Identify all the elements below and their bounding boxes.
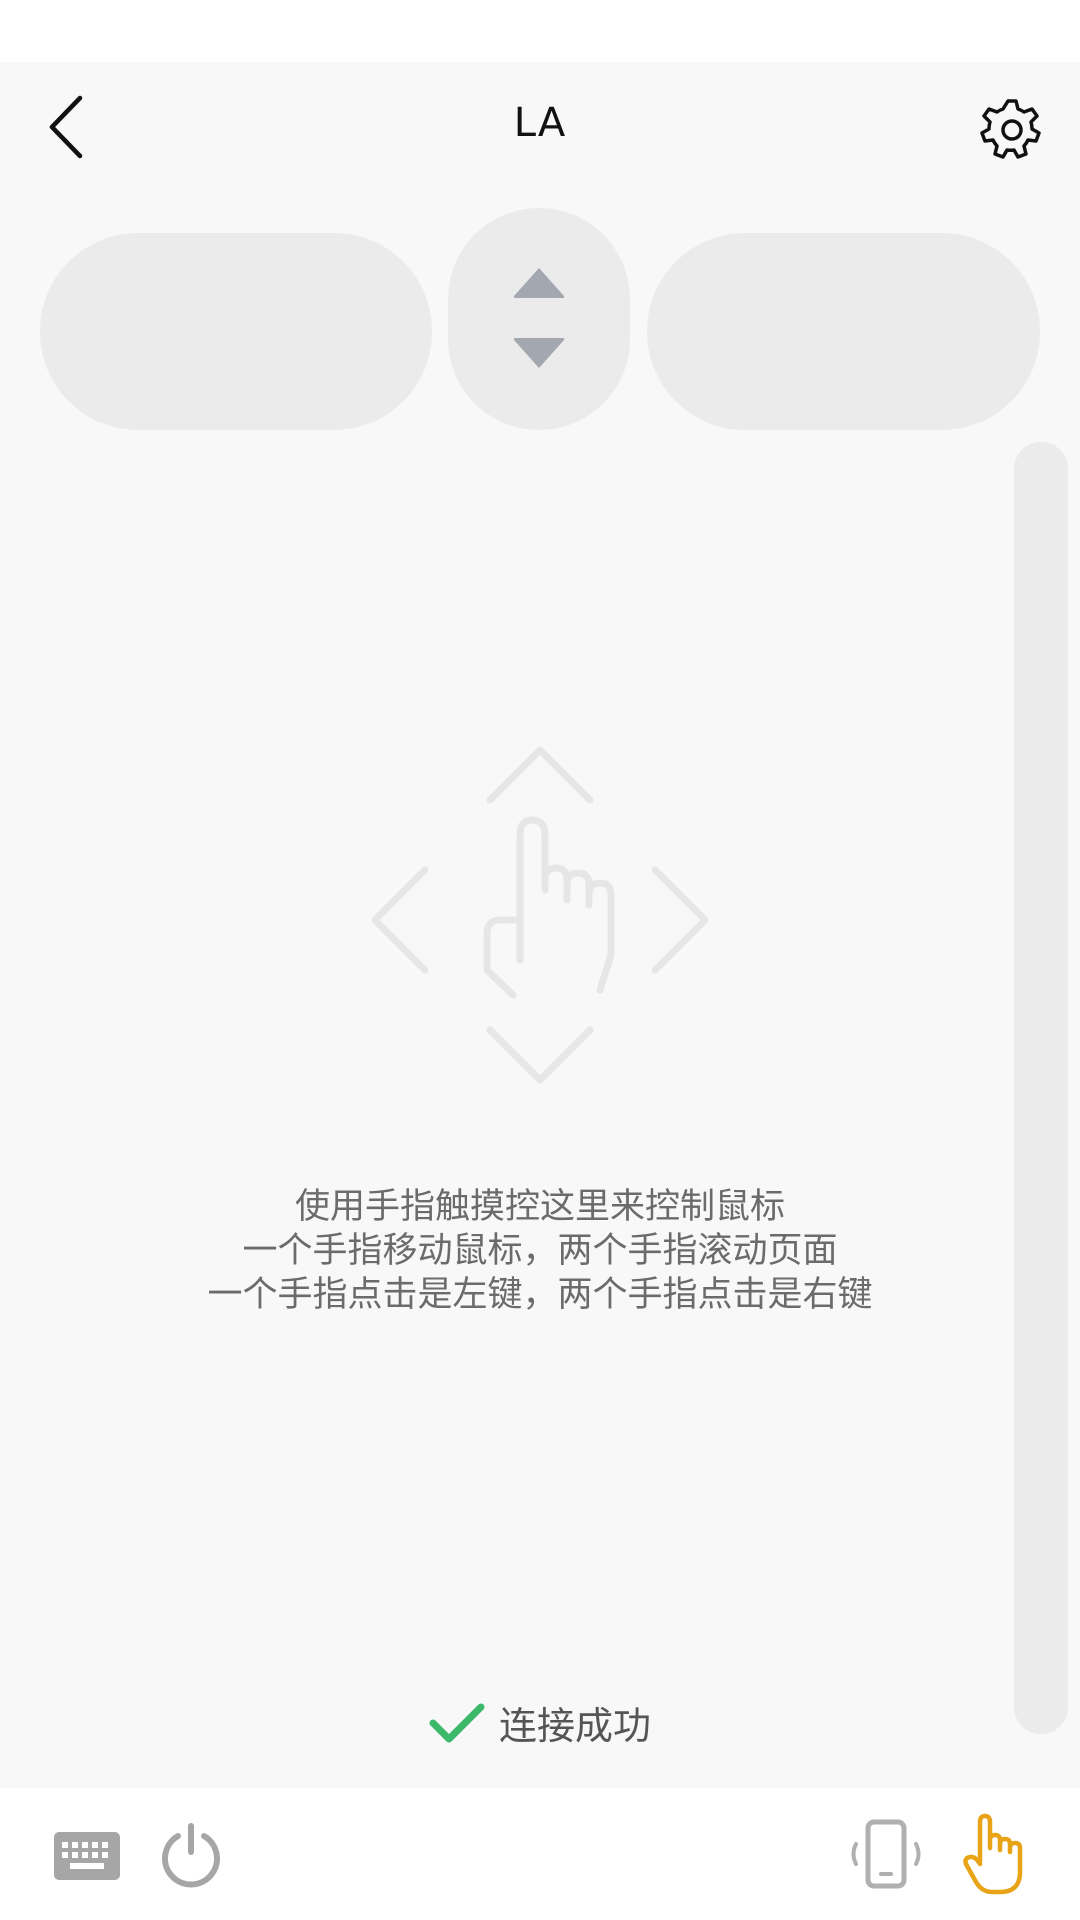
scroll-strip[interactable] (1014, 442, 1068, 1734)
triangle-up-icon[interactable] (512, 266, 566, 300)
scroll-wheel[interactable] (448, 208, 630, 430)
page-title: LA (513, 100, 567, 146)
connection-status: 连接成功 (0, 1695, 1080, 1750)
header: LA (0, 62, 1080, 197)
hand-touch-icon (963, 1813, 1023, 1895)
phone-vibrate-button[interactable] (848, 1818, 924, 1890)
phone-vibrate-icon (851, 1819, 921, 1889)
hint-line-3: 一个手指点击是左键，两个手指点击是右键 (207, 1275, 873, 1315)
status-bar (0, 0, 1080, 62)
gear-icon (980, 99, 1041, 159)
touch-mode-button[interactable] (962, 1812, 1026, 1896)
connection-label: 连接成功 (498, 1704, 651, 1748)
keyboard-icon (54, 1832, 120, 1880)
settings-button[interactable] (980, 97, 1044, 161)
touchpad-hint: 使用手指触摸控这里来控制鼠标 一个手指移动鼠标，两个手指滚动页面 一个手指点击是… (0, 1185, 1080, 1317)
keyboard-button[interactable] (52, 1830, 122, 1882)
mouse-left-button[interactable] (40, 233, 432, 430)
hand-pointer-icon (371, 746, 709, 1084)
power-button[interactable] (158, 1822, 224, 1888)
hint-line-2: 一个手指移动鼠标，两个手指滚动页面 (242, 1231, 838, 1271)
power-icon (162, 1823, 220, 1888)
check-icon (429, 1703, 485, 1742)
triangle-down-icon[interactable] (512, 336, 566, 370)
hint-line-1: 使用手指触摸控这里来控制鼠标 (294, 1187, 785, 1227)
touchpad-area[interactable]: 使用手指触摸控这里来控制鼠标 一个手指移动鼠标，两个手指滚动页面 一个手指点击是… (0, 440, 1010, 1748)
mouse-right-button[interactable] (647, 233, 1040, 430)
bottom-toolbar (0, 1788, 1080, 1920)
